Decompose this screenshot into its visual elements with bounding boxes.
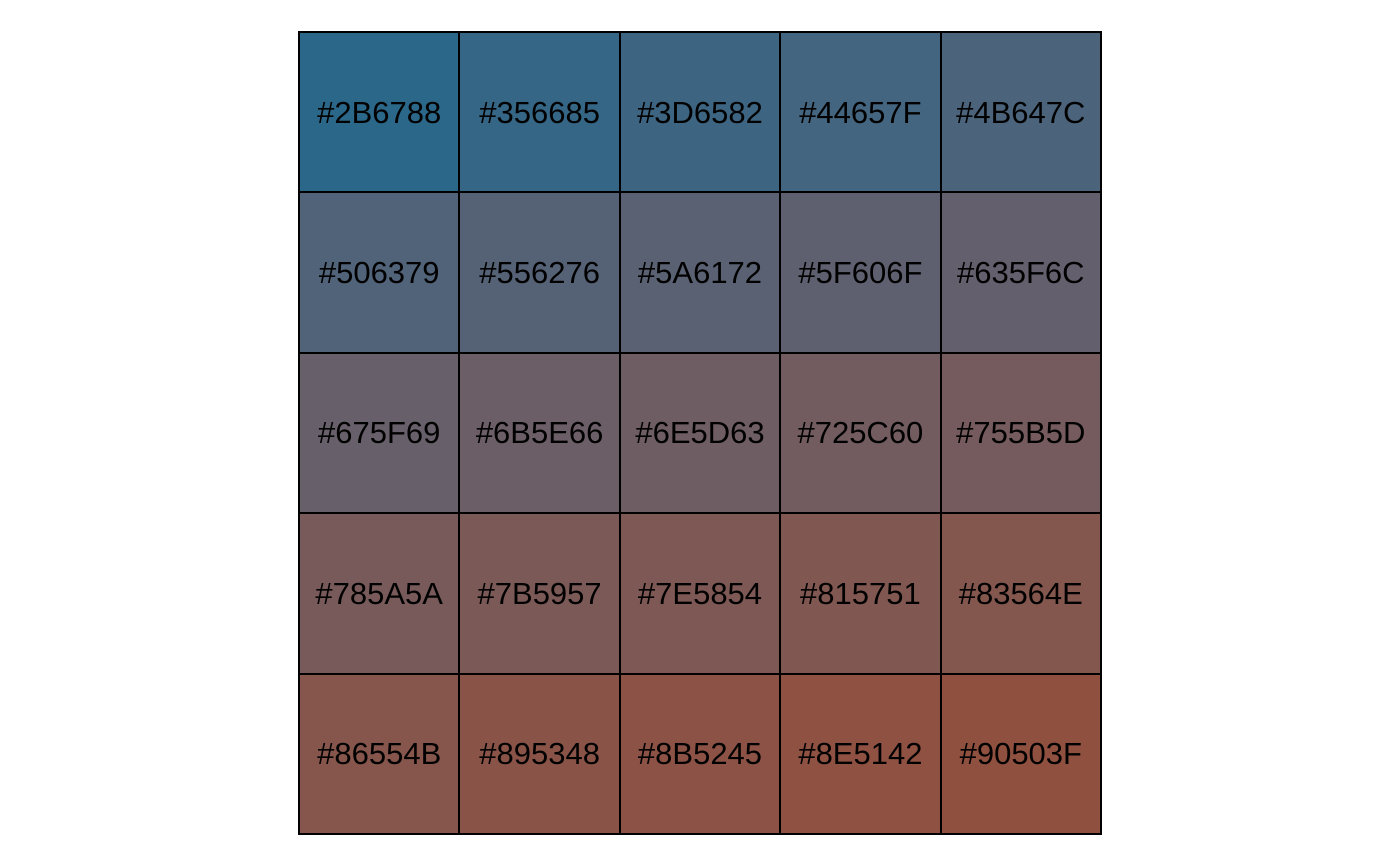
color-swatch: #785A5A bbox=[300, 514, 461, 675]
color-swatch: #506379 bbox=[300, 193, 461, 354]
color-swatch: #5F606F bbox=[781, 193, 942, 354]
color-swatch: #6B5E66 bbox=[460, 353, 621, 515]
swatch-hex-label: #6B5E66 bbox=[475, 415, 604, 451]
color-swatch: #86554B bbox=[300, 674, 461, 835]
color-swatch: #895348 bbox=[460, 674, 621, 835]
color-swatch: #5A6172 bbox=[620, 193, 782, 354]
color-swatch: #3D6582 bbox=[620, 33, 782, 194]
swatch-hex-label: #675F69 bbox=[318, 415, 441, 451]
swatch-hex-label: #2B6788 bbox=[317, 94, 442, 130]
color-swatch: #7E5854 bbox=[620, 514, 782, 675]
swatch-hex-label: #6E5D63 bbox=[635, 415, 765, 451]
color-swatch: #8B5245 bbox=[620, 674, 782, 835]
color-swatch: #556276 bbox=[460, 193, 621, 354]
swatch-hex-label: #895348 bbox=[479, 736, 600, 772]
swatch-hex-label: #44657F bbox=[799, 94, 922, 130]
color-swatch: #83564E bbox=[941, 514, 1102, 675]
swatch-hex-label: #8B5245 bbox=[637, 736, 763, 772]
swatch-hex-label: #5F606F bbox=[798, 255, 923, 291]
swatch-hex-label: #3D6582 bbox=[637, 94, 763, 130]
swatch-hex-label: #7B5957 bbox=[477, 575, 602, 611]
color-swatch: #90503F bbox=[941, 674, 1102, 835]
swatch-hex-label: #4B647C bbox=[956, 94, 1086, 130]
swatch-hex-label: #755B5D bbox=[956, 415, 1086, 451]
swatch-hex-label: #635F6C bbox=[957, 255, 1085, 291]
color-swatch: #7B5957 bbox=[460, 514, 621, 675]
swatch-hex-label: #7E5854 bbox=[637, 575, 763, 611]
swatch-hex-label: #90503F bbox=[959, 736, 1082, 772]
swatch-hex-label: #815751 bbox=[800, 575, 921, 611]
swatch-hex-label: #556276 bbox=[479, 255, 600, 291]
swatch-hex-label: #356685 bbox=[479, 94, 600, 130]
color-swatch: #6E5D63 bbox=[620, 353, 782, 515]
color-swatch: #4B647C bbox=[941, 33, 1102, 194]
swatch-hex-label: #8E5142 bbox=[798, 736, 923, 772]
color-swatch-grid: #2B6788 #356685 #3D6582 #44657F #4B647C #5063… bbox=[298, 31, 1102, 835]
swatch-hex-label: #785A5A bbox=[315, 575, 443, 611]
color-swatch: #356685 bbox=[460, 33, 621, 194]
color-swatch: #815751 bbox=[781, 514, 942, 675]
swatch-hex-label: #725C60 bbox=[797, 415, 924, 451]
color-swatch: #8E5142 bbox=[781, 674, 942, 835]
swatch-hex-label: #5A6172 bbox=[637, 255, 763, 291]
swatch-hex-label: #86554B bbox=[317, 736, 442, 772]
color-swatch: #635F6C bbox=[941, 193, 1102, 354]
color-swatch: #44657F bbox=[781, 33, 942, 194]
color-swatch: #2B6788 bbox=[300, 33, 461, 194]
swatch-hex-label: #83564E bbox=[958, 575, 1083, 611]
color-swatch: #755B5D bbox=[941, 353, 1102, 515]
color-swatch: #675F69 bbox=[300, 353, 461, 515]
color-swatch: #725C60 bbox=[781, 353, 942, 515]
swatch-hex-label: #506379 bbox=[318, 255, 440, 291]
